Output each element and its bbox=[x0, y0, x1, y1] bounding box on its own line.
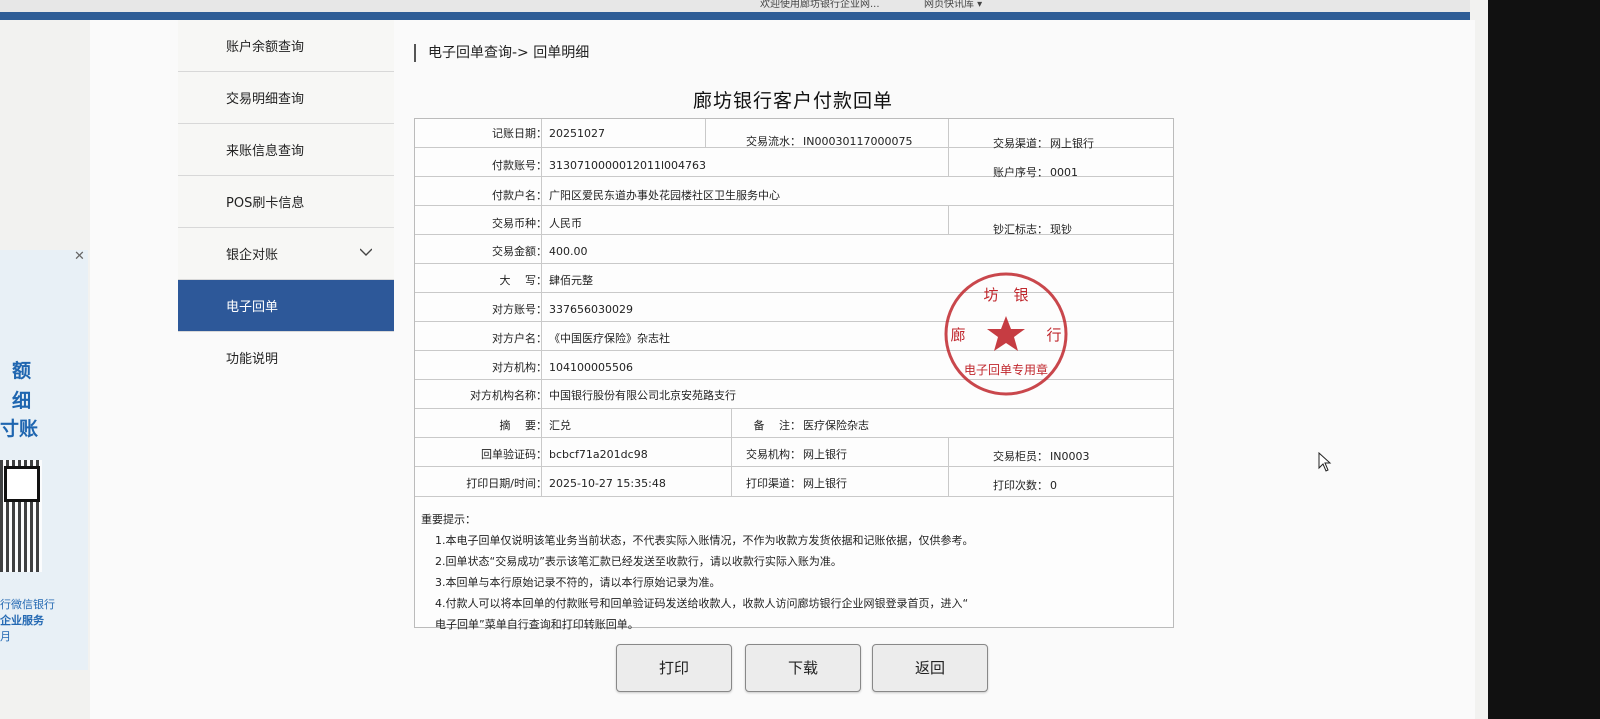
sidebar-item-label: 来账信息查询 bbox=[226, 144, 305, 159]
verify-code-value: bcbcf71a201dc98 bbox=[549, 448, 648, 461]
txn-serial-value: IN00030117000075 bbox=[803, 135, 913, 148]
note-line: 电子回单”菜单自行查询和打印转账回单。 bbox=[435, 618, 639, 631]
currency-value: 人民币 bbox=[549, 217, 582, 230]
amount-label: 交易金额： bbox=[492, 245, 547, 258]
counter-org-value: 104100005506 bbox=[549, 361, 633, 374]
promo-text: 企业服务 bbox=[0, 614, 44, 627]
txn-channel-label: 交易渠道： bbox=[993, 137, 1048, 150]
sidebar-menu: 账户余额查询 交易明细查询 来账信息查询 POS刷卡信息 银企对账 电子回单 功… bbox=[178, 20, 394, 383]
counter-org-name-value: 中国银行股份有限公司北京安苑路支行 bbox=[549, 389, 736, 402]
payer-account-value: 3130710000012011l004763 bbox=[549, 159, 707, 172]
breadcrumb: 电子回单查询-> 回单明细 bbox=[414, 44, 589, 62]
sidebar-item-incoming-query[interactable]: 来账信息查询 bbox=[178, 124, 394, 176]
browser-tab[interactable]: 欢迎使用廊坊银行企业网... bbox=[760, 0, 880, 12]
payer-name-value: 广阳区爱民东道办事处花园楼社区卫生服务中心 bbox=[549, 189, 780, 202]
print-button[interactable]: 打印 bbox=[616, 644, 732, 692]
sidebar-item-label: 交易明细查询 bbox=[226, 92, 305, 107]
notes-title: 重要提示： bbox=[421, 513, 476, 526]
sidebar-item-label: POS刷卡信息 bbox=[226, 196, 305, 211]
payer-account-label: 付款账号： bbox=[492, 159, 547, 172]
star-icon bbox=[987, 316, 1025, 351]
back-button[interactable]: 返回 bbox=[872, 644, 988, 692]
promo-text: 细 bbox=[12, 390, 32, 412]
sidebar-item-help[interactable]: 功能说明 bbox=[178, 332, 394, 383]
posting-date-label: 记账日期： bbox=[492, 127, 547, 140]
browser-tab-strip: 欢迎使用廊坊银行企业网... 网页快讯库 ▾ bbox=[0, 0, 1470, 12]
qr-code-finder bbox=[4, 466, 40, 502]
stamp-bottom-text: 电子回单专用章 bbox=[964, 362, 1048, 377]
currency-label: 交易币种： bbox=[492, 217, 547, 230]
counter-org-name-label: 对方机构名称： bbox=[470, 389, 547, 402]
amount-upper-value: 肆佰元整 bbox=[549, 274, 593, 287]
promo-text: 额 bbox=[12, 360, 32, 382]
amount-upper-label: 大 写： bbox=[499, 274, 548, 287]
promo-text: 寸账 bbox=[0, 418, 39, 440]
txn-org-value: 网上银行 bbox=[803, 448, 847, 461]
close-icon[interactable]: ✕ bbox=[74, 250, 85, 264]
note-line: 1.本电子回单仅说明该笔业务当前状态，不代表实际入账情况，不作为收款方发货依据和… bbox=[435, 534, 974, 547]
promo-text: 月 bbox=[0, 630, 11, 643]
download-button[interactable]: 下载 bbox=[745, 644, 861, 692]
header-bar bbox=[0, 12, 1470, 20]
counter-name-label: 对方户名： bbox=[492, 332, 547, 345]
mouse-cursor-icon bbox=[1318, 452, 1332, 472]
sidebar-item-label: 电子回单 bbox=[226, 300, 279, 315]
posting-date-value: 20251027 bbox=[549, 127, 605, 140]
stamp-left-char: 廊 bbox=[950, 326, 965, 344]
note-line: 3.本回单与本行原始记录不符的，请以本行原始记录为准。 bbox=[435, 576, 721, 589]
amount-value: 400.00 bbox=[549, 245, 588, 258]
sidebar-item-label: 银企对账 bbox=[226, 248, 279, 263]
print-channel-value: 网上银行 bbox=[803, 477, 847, 490]
txn-serial-label: 交易流水： bbox=[746, 135, 801, 148]
account-seq-label: 账户序号： bbox=[993, 166, 1048, 179]
counter-org-label: 对方机构： bbox=[492, 361, 547, 374]
teller-value: IN0003 bbox=[1050, 450, 1090, 463]
sidebar-item-transaction-detail[interactable]: 交易明细查询 bbox=[178, 72, 394, 124]
sidebar-item-label: 功能说明 bbox=[226, 352, 279, 367]
summary-label: 摘 要： bbox=[499, 419, 548, 432]
cash-flag-label: 钞汇标志： bbox=[993, 223, 1048, 236]
promo-text: 行微信银行 bbox=[0, 598, 55, 611]
stamp-right-char: 行 bbox=[1046, 326, 1061, 344]
browser-tab[interactable]: 网页快讯库 ▾ bbox=[924, 0, 982, 12]
remark-label: 备 注： bbox=[753, 419, 802, 432]
print-count-value: 0 bbox=[1050, 479, 1057, 492]
payer-name-label: 付款户名： bbox=[492, 189, 547, 202]
receipt-title: 廊坊银行客户付款回单 bbox=[692, 90, 893, 112]
remark-value: 医疗保险杂志 bbox=[803, 419, 869, 432]
sidebar-item-balance-query[interactable]: 账户余额查询 bbox=[178, 20, 394, 72]
chevron-down-icon[interactable] bbox=[360, 246, 372, 258]
verify-code-label: 回单验证码： bbox=[481, 448, 547, 461]
sidebar-item-label: 账户余额查询 bbox=[226, 40, 305, 55]
teller-label: 交易柜员： bbox=[993, 450, 1048, 463]
print-channel-label: 打印渠道： bbox=[746, 477, 801, 490]
monitor-bezel bbox=[1488, 0, 1600, 719]
print-time-label: 打印日期/时间： bbox=[466, 477, 547, 490]
note-line: 2.回单状态“交易成功”表示该笔汇款已经发送至收款行，请以收款行实际入账为准。 bbox=[435, 555, 842, 568]
counter-name-value: 《中国医疗保险》杂志社 bbox=[549, 332, 670, 345]
official-seal-stamp: 坊 银 廊 行 电子回单专用章 bbox=[944, 272, 1068, 396]
important-notes: 重要提示： 1.本电子回单仅说明该笔业务当前状态，不代表实际入账情况，不作为收款… bbox=[421, 509, 1161, 635]
sidebar-item-pos-info[interactable]: POS刷卡信息 bbox=[178, 176, 394, 228]
counter-account-label: 对方账号： bbox=[492, 303, 547, 316]
stamp-top-text: 坊 银 bbox=[983, 286, 1028, 304]
account-seq-value: 0001 bbox=[1050, 166, 1078, 179]
txn-org-label: 交易机构： bbox=[746, 448, 801, 461]
summary-value: 汇兑 bbox=[549, 419, 571, 432]
print-time-value: 2025-10-27 15:35:48 bbox=[549, 477, 666, 490]
sidebar-item-reconciliation[interactable]: 银企对账 bbox=[178, 228, 394, 280]
txn-channel-value: 网上银行 bbox=[1050, 137, 1094, 150]
counter-account-value: 337656030029 bbox=[549, 303, 633, 316]
sidebar-item-e-receipt[interactable]: 电子回单 bbox=[178, 280, 394, 332]
note-line: 4.付款人可以将本回单的付款账号和回单验证码发送给收款人，收款人访问廊坊银行企业… bbox=[435, 597, 969, 610]
cash-flag-value: 现钞 bbox=[1050, 223, 1072, 236]
print-count-label: 打印次数： bbox=[993, 479, 1048, 492]
